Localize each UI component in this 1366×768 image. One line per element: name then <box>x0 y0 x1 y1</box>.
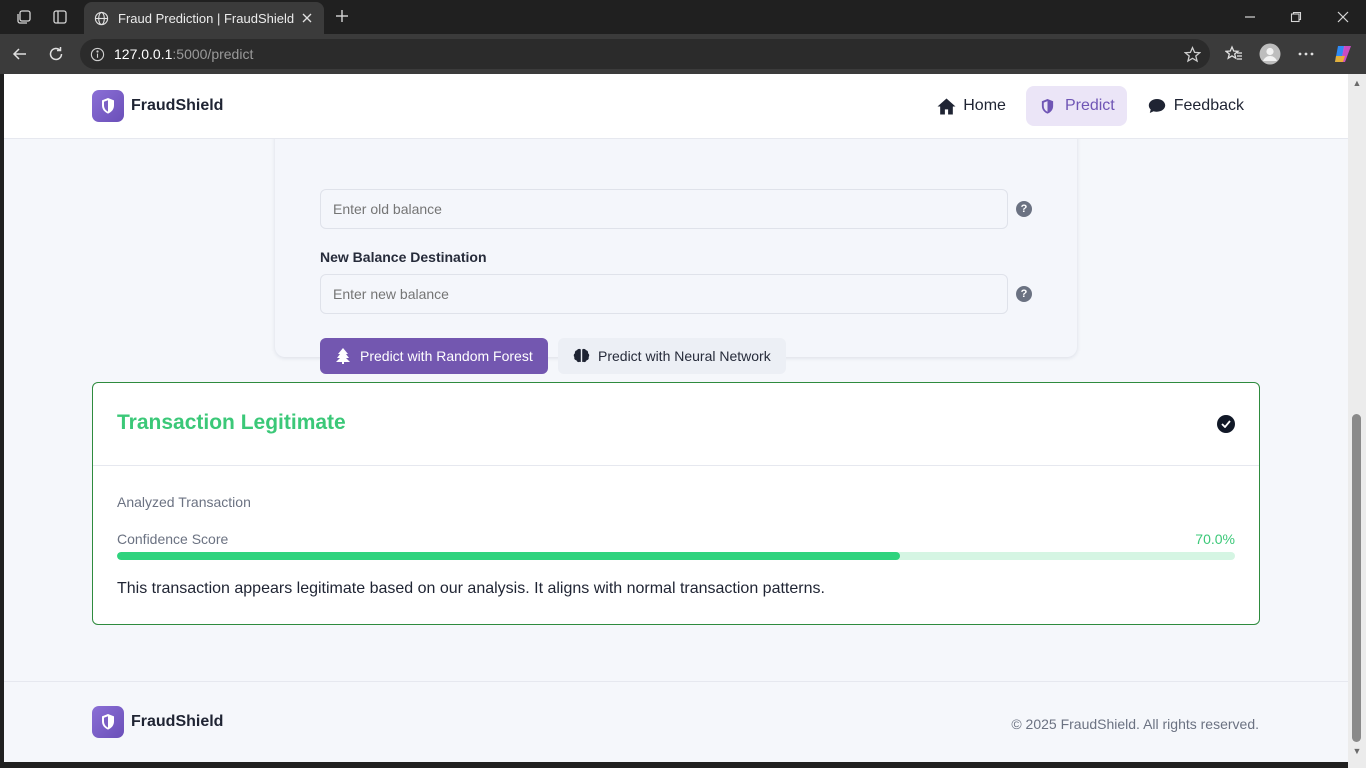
confidence-progress-bar <box>117 552 1235 560</box>
new-balance-destination-input[interactable] <box>320 274 1008 314</box>
tab-title: Fraud Prediction | FraudShield <box>118 10 295 26</box>
copilot-icon[interactable] <box>1332 43 1354 65</box>
tab-actions-icon[interactable] <box>49 6 71 28</box>
page-viewport: ? New Balance Destination ? Predict with… <box>4 74 1348 762</box>
favorite-star-icon[interactable] <box>1182 44 1202 64</box>
favorites-icon[interactable] <box>1223 43 1245 65</box>
new-tab-icon[interactable] <box>331 5 353 27</box>
minimize-icon[interactable] <box>1239 6 1261 28</box>
nav-predict[interactable]: Predict <box>1025 86 1127 126</box>
confidence-score-value: 70.0% <box>1195 531 1235 547</box>
brain-icon <box>572 347 590 365</box>
reload-icon[interactable] <box>45 43 67 65</box>
address-bar-row: 127.0.0.1:5000/predict <box>0 34 1366 74</box>
browser-tab-active[interactable]: Fraud Prediction | FraudShield <box>84 2 324 34</box>
nav-feedback[interactable]: Feedback <box>1135 86 1256 126</box>
analyzed-transaction-label: Analyzed Transaction <box>117 494 251 510</box>
predict-random-forest-button[interactable]: Predict with Random Forest <box>320 338 548 374</box>
site-footer: FraudShield © 2025 FraudShield. All righ… <box>4 681 1348 762</box>
footer-brand-logo[interactable]: FraudShield <box>92 706 223 738</box>
result-divider <box>93 465 1259 466</box>
brand-name: FraudShield <box>131 97 224 114</box>
main-nav: Home Predict Feedback <box>924 86 1256 126</box>
close-window-icon[interactable] <box>1332 6 1354 28</box>
restore-icon[interactable] <box>1285 6 1307 28</box>
tree-icon <box>334 347 352 365</box>
scroll-up-icon[interactable]: ▲ <box>1351 78 1363 88</box>
profile-avatar-icon[interactable] <box>1259 43 1281 65</box>
brand-logo[interactable]: FraudShield <box>92 90 223 122</box>
browser-tab-bar: Fraud Prediction | FraudShield <box>0 0 1366 34</box>
site-header: FraudShield Home Predict Feedback <box>4 74 1348 139</box>
scrollbar-thumb[interactable] <box>1352 414 1361 742</box>
confidence-progress-fill <box>117 552 900 560</box>
home-icon <box>936 96 956 116</box>
nav-home[interactable]: Home <box>924 86 1018 126</box>
back-icon[interactable] <box>9 43 31 65</box>
footer-brand-name: FraudShield <box>131 713 224 730</box>
confidence-score-label: Confidence Score <box>117 531 229 547</box>
shield-icon <box>1038 96 1058 116</box>
new-balance-help-icon[interactable]: ? <box>1016 286 1032 302</box>
more-options-icon[interactable] <box>1295 43 1317 65</box>
scroll-down-icon[interactable]: ▼ <box>1351 746 1363 756</box>
copyright-text: © 2025 FraudShield. All rights reserved. <box>1011 716 1259 732</box>
old-balance-help-icon[interactable]: ? <box>1016 201 1032 217</box>
old-balance-destination-input[interactable] <box>320 189 1008 229</box>
shield-logo-icon <box>92 90 124 122</box>
predict-neural-network-button[interactable]: Predict with Neural Network <box>558 338 786 374</box>
url-text: 127.0.0.1:5000/predict <box>114 46 254 62</box>
new-balance-destination-label: New Balance Destination <box>320 249 487 265</box>
comment-icon <box>1147 96 1167 116</box>
result-title: Transaction Legitimate <box>117 411 346 434</box>
result-message: This transaction appears legitimate base… <box>117 580 825 597</box>
url-field[interactable]: 127.0.0.1:5000/predict <box>80 39 1210 69</box>
window-bottom-edge <box>0 762 1348 768</box>
page-scrollbar[interactable]: ▲ ▼ <box>1348 74 1366 768</box>
check-circle-icon <box>1217 415 1235 433</box>
close-tab-icon[interactable] <box>298 9 316 27</box>
globe-icon <box>92 9 110 27</box>
site-info-icon[interactable] <box>88 45 106 63</box>
shield-logo-icon <box>92 706 124 738</box>
workspaces-icon[interactable] <box>13 6 35 28</box>
prediction-result-card: Transaction Legitimate Analyzed Transact… <box>92 382 1260 625</box>
